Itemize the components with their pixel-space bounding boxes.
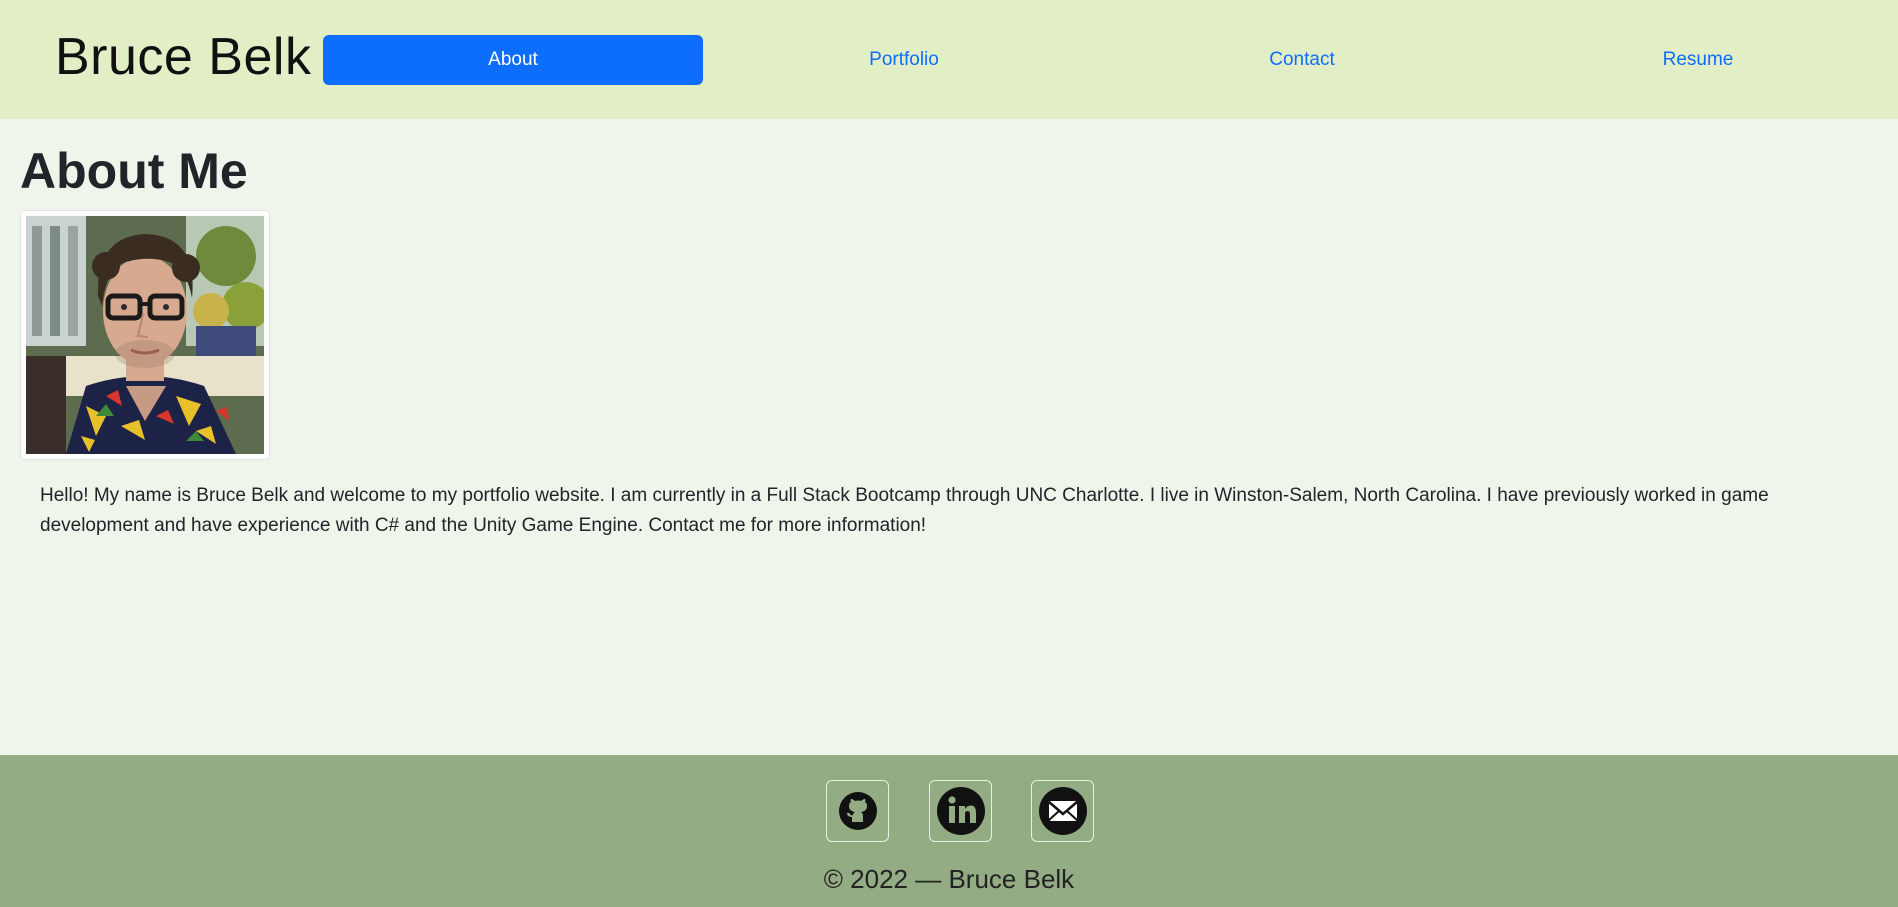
email-icon <box>1038 787 1087 835</box>
main-content: About Me Hello! My name is Bruce Belk an… <box>0 119 1898 755</box>
bio-text: Hello! My name is Bruce Belk and welcome… <box>40 485 1769 536</box>
github-icon <box>838 792 877 830</box>
linkedin-icon <box>936 787 985 835</box>
site-header: Bruce Belk About Portfolio Contact Resum… <box>0 0 1898 119</box>
nav-portfolio[interactable]: Portfolio <box>714 35 1094 85</box>
copyright-text: © 2022 — Bruce Belk <box>823 864 1075 894</box>
nav-contact[interactable]: Contact <box>1112 35 1492 85</box>
github-button[interactable] <box>826 780 889 842</box>
site-footer: © 2022 — Bruce Belk <box>0 755 1898 907</box>
nav-resume[interactable]: Resume <box>1508 35 1888 85</box>
profile-photo <box>26 216 264 454</box>
profile-photo-frame <box>20 210 270 460</box>
page-title: About Me <box>20 143 248 199</box>
email-button[interactable] <box>1031 780 1094 842</box>
nav-about[interactable]: About <box>323 35 703 85</box>
site-brand[interactable]: Bruce Belk <box>55 24 311 90</box>
linkedin-button[interactable] <box>929 780 992 842</box>
